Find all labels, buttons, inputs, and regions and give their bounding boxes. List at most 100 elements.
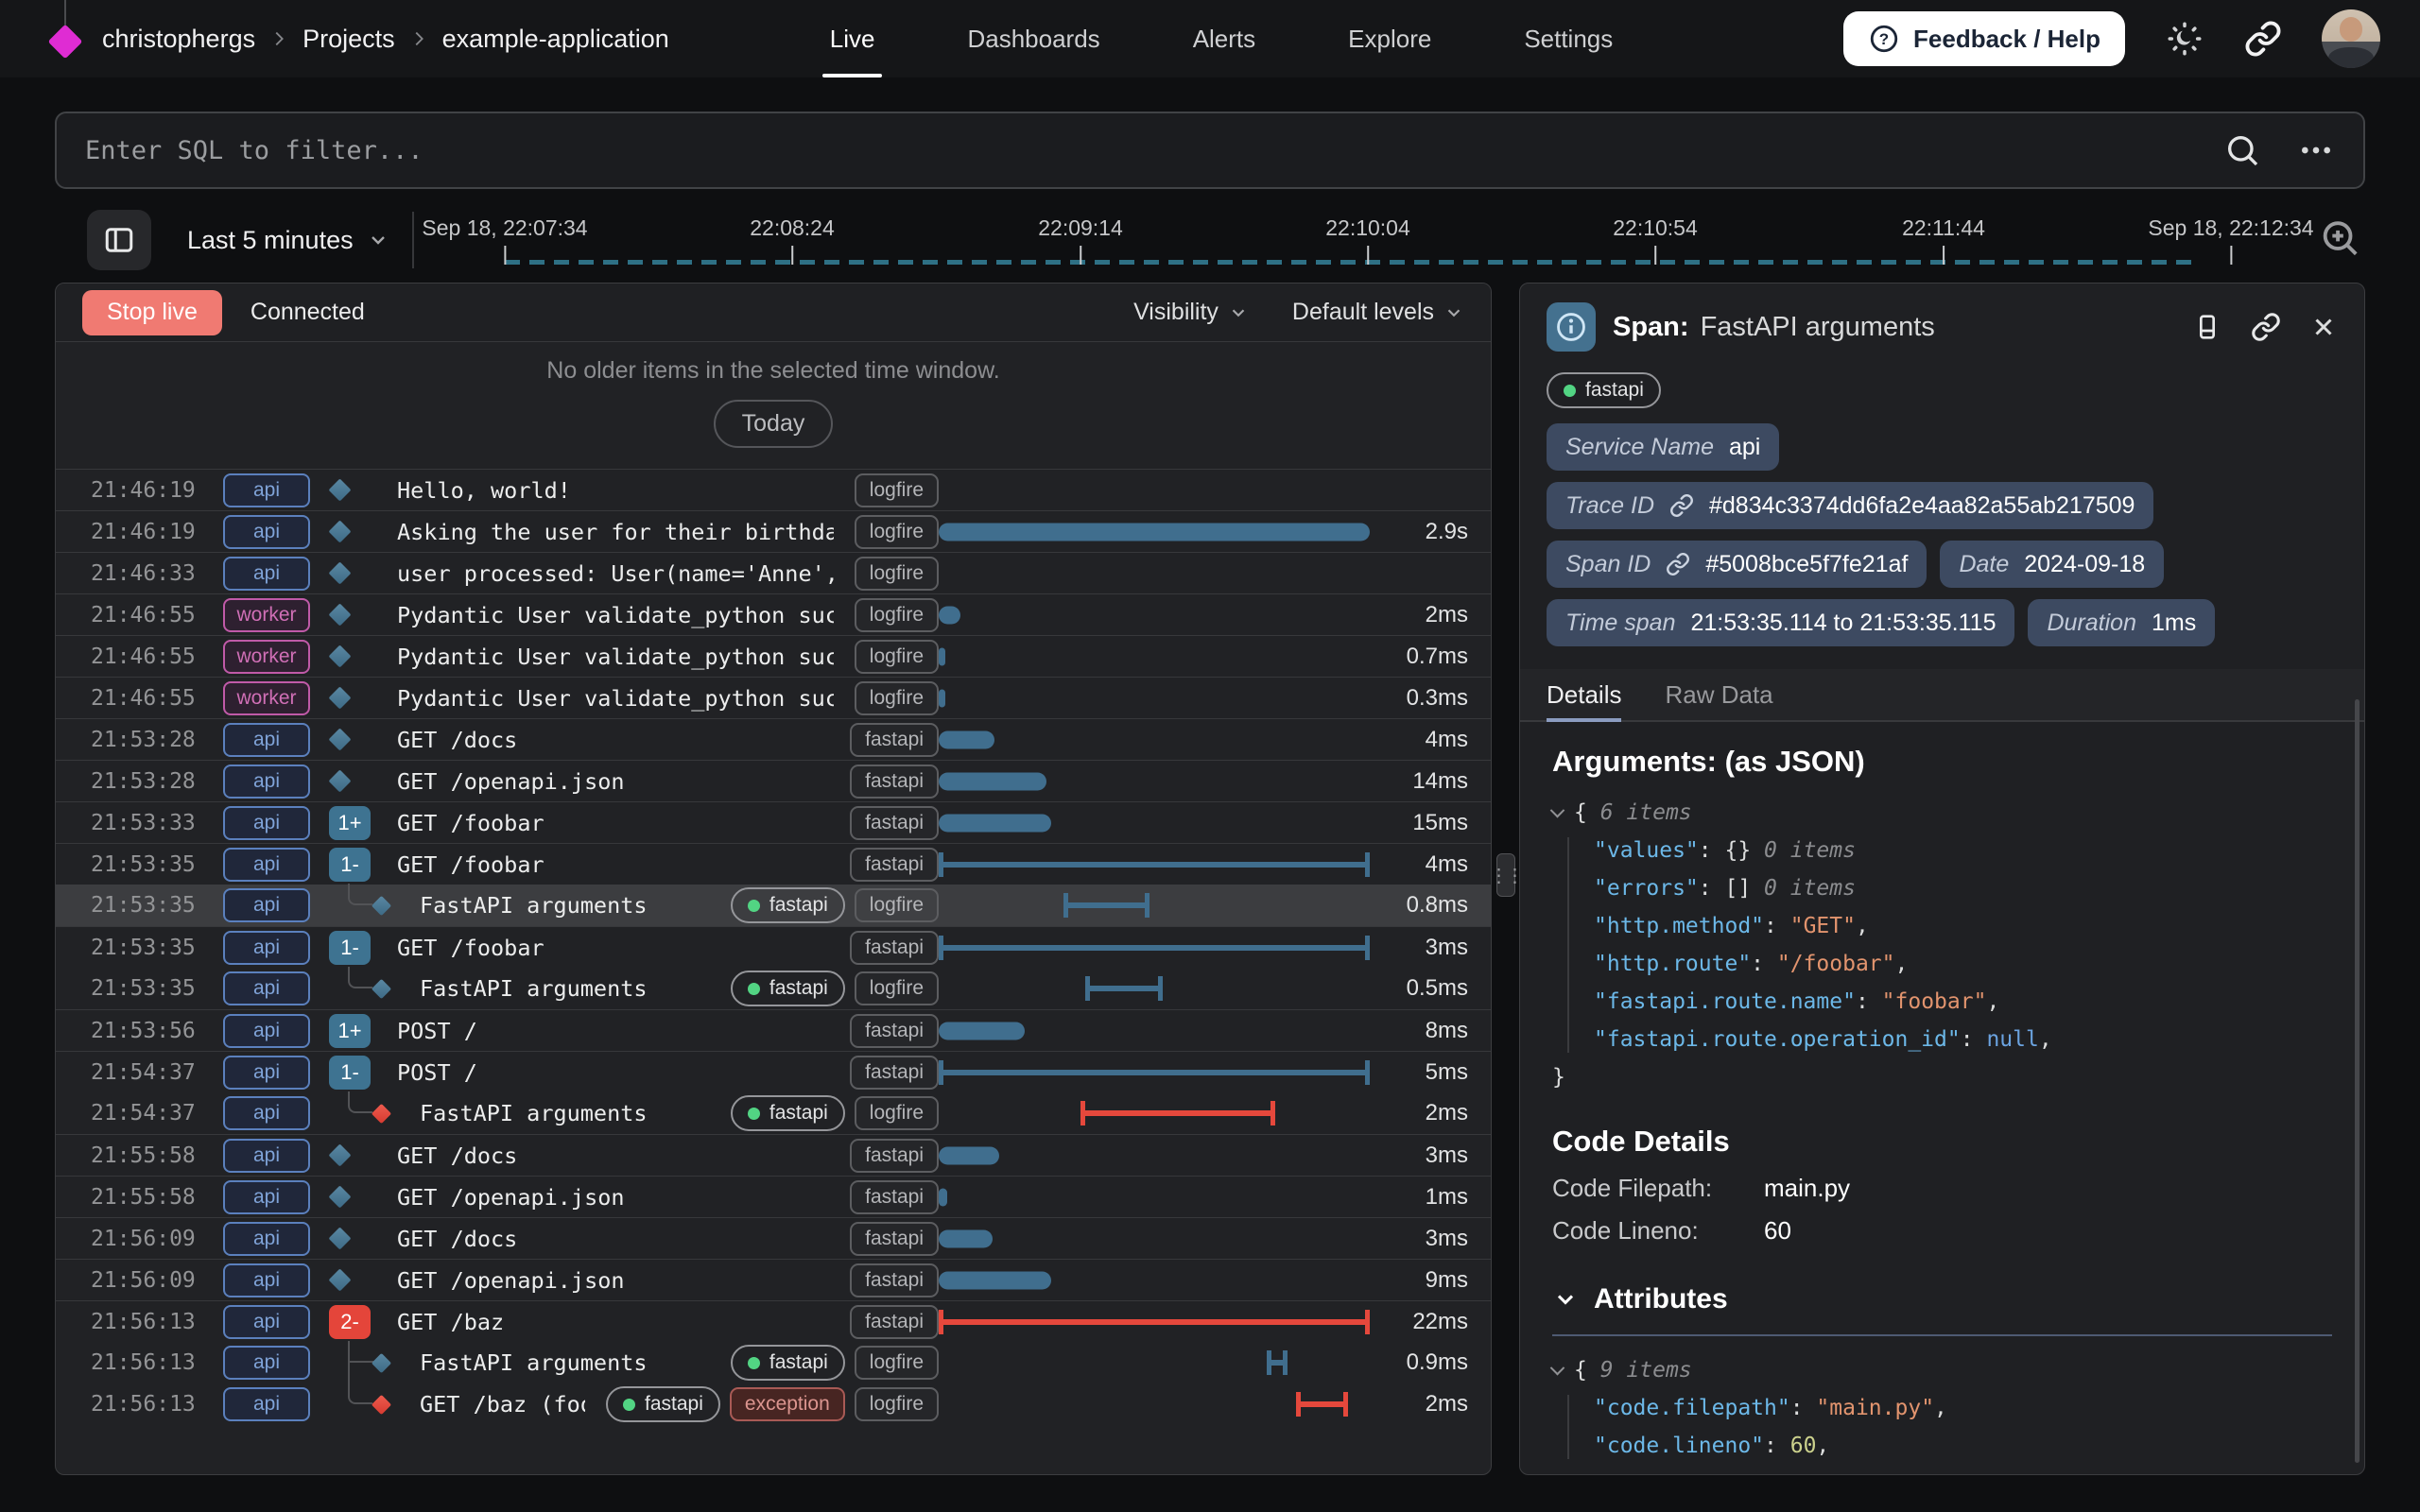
trace-row[interactable]: 21:53:35apiFastAPI argumentsfastapilogfi… xyxy=(56,885,1491,926)
today-button[interactable]: Today xyxy=(714,400,834,448)
panel-resize-handle[interactable]: ⋮⋮ xyxy=(1496,853,1515,897)
breadcrumb-project-name[interactable]: example-application xyxy=(442,25,669,54)
zoom-in-icon[interactable] xyxy=(2318,216,2361,265)
service-badge[interactable]: api xyxy=(223,971,310,1005)
service-badge[interactable]: api xyxy=(223,848,310,882)
time-range-selector[interactable]: Last 5 minutes xyxy=(187,226,389,255)
tag-pill[interactable]: fastapi xyxy=(731,1345,845,1381)
span-id-chip[interactable]: Span ID #5008bce5f7fe21af xyxy=(1547,541,1927,588)
scope-badge[interactable]: fastapi xyxy=(850,1263,939,1297)
service-badge[interactable]: api xyxy=(223,806,310,840)
scope-badge[interactable]: fastapi xyxy=(850,723,939,757)
trace-row[interactable]: 21:46:55workerPydantic User validate_pyt… xyxy=(56,677,1491,718)
trace-row[interactable]: 21:46:55workerPydantic User validate_pyt… xyxy=(56,593,1491,635)
theme-toggle-icon[interactable] xyxy=(2165,19,2204,59)
service-badge[interactable]: worker xyxy=(223,640,310,674)
sql-filter-bar[interactable]: Enter SQL to filter... xyxy=(55,112,2365,189)
nav-link-alerts[interactable]: Alerts xyxy=(1193,0,1255,77)
service-badge[interactable]: api xyxy=(223,1139,310,1173)
scope-badge[interactable]: fastapi xyxy=(850,765,939,799)
trace-row[interactable]: 21:54:37api1-POST /fastapi5ms xyxy=(56,1051,1491,1092)
scope-badge[interactable]: fastapi xyxy=(850,1014,939,1048)
scope-badge[interactable]: logfire xyxy=(855,473,939,507)
child-count-badge[interactable]: 2- xyxy=(329,1305,371,1339)
open-side-panel-icon[interactable] xyxy=(2192,312,2222,342)
scope-badge[interactable]: fastapi xyxy=(850,1222,939,1256)
tag-pill[interactable]: fastapi xyxy=(731,1095,845,1131)
close-icon[interactable] xyxy=(2309,313,2338,341)
trace-row[interactable]: 21:53:35apiFastAPI argumentsfastapilogfi… xyxy=(56,968,1491,1009)
scope-badge[interactable]: logfire xyxy=(855,1346,939,1380)
tag-pill[interactable]: fastapi xyxy=(731,971,845,1006)
service-badge[interactable]: api xyxy=(223,557,310,591)
child-count-badge[interactable]: 1+ xyxy=(329,1014,371,1048)
default-levels-dropdown[interactable]: Default levels xyxy=(1292,299,1464,326)
share-link-icon[interactable] xyxy=(2244,20,2282,58)
trace-row[interactable]: 21:53:28apiGET /openapi.jsonfastapi14ms xyxy=(56,760,1491,801)
scope-badge[interactable]: logfire xyxy=(855,1387,939,1421)
nav-link-dashboards[interactable]: Dashboards xyxy=(967,0,1099,77)
feedback-help-button[interactable]: ? Feedback / Help xyxy=(1843,11,2125,66)
trace-row[interactable]: 21:56:09apiGET /openapi.jsonfastapi9ms xyxy=(56,1259,1491,1300)
service-badge[interactable]: api xyxy=(223,473,310,507)
trace-row[interactable]: 21:55:58apiGET /openapi.jsonfastapi1ms xyxy=(56,1176,1491,1217)
child-count-badge[interactable]: 1- xyxy=(329,848,371,882)
scope-badge[interactable]: logfire xyxy=(855,640,939,674)
scope-badge[interactable]: logfire xyxy=(855,1096,939,1130)
tag-pill[interactable]: fastapi xyxy=(606,1386,720,1422)
trace-row[interactable]: 21:54:37apiFastAPI argumentsfastapilogfi… xyxy=(56,1092,1491,1134)
trace-row[interactable]: 21:46:55workerPydantic User validate_pyt… xyxy=(56,635,1491,677)
service-badge[interactable]: worker xyxy=(223,681,310,715)
tab-raw-data[interactable]: Raw Data xyxy=(1665,669,1772,720)
detail-scrollbar[interactable] xyxy=(2355,699,2360,1463)
nav-link-explore[interactable]: Explore xyxy=(1348,0,1431,77)
scope-badge[interactable]: fastapi xyxy=(850,1139,939,1173)
trace-row[interactable]: 21:46:19apiHello, world!logfire xyxy=(56,469,1491,510)
trace-row[interactable]: 21:53:35api1-GET /foobarfastapi4ms xyxy=(56,843,1491,885)
service-badge[interactable]: api xyxy=(223,931,310,965)
scope-badge[interactable]: logfire xyxy=(855,515,939,549)
scope-badge[interactable]: fastapi xyxy=(850,931,939,965)
trace-row[interactable]: 21:46:33apiuser processed: User(name='An… xyxy=(56,552,1491,593)
child-count-badge[interactable]: 1- xyxy=(329,931,371,965)
trace-row[interactable]: 21:56:13api2-GET /bazfastapi22ms xyxy=(56,1300,1491,1342)
scope-badge[interactable]: logfire xyxy=(855,971,939,1005)
nav-link-live[interactable]: Live xyxy=(830,0,875,77)
nav-link-settings[interactable]: Settings xyxy=(1524,0,1613,77)
service-badge[interactable]: api xyxy=(223,1014,310,1048)
more-options-icon[interactable] xyxy=(2297,131,2335,169)
trace-row[interactable]: 21:56:13apiGET /baz (foobar)fastapiexcep… xyxy=(56,1383,1491,1425)
service-badge[interactable]: api xyxy=(223,765,310,799)
scope-badge[interactable]: logfire xyxy=(855,557,939,591)
child-count-badge[interactable]: 1- xyxy=(329,1056,371,1090)
toggle-sidebar-button[interactable] xyxy=(87,210,151,270)
service-badge[interactable]: api xyxy=(223,723,310,757)
tab-details[interactable]: Details xyxy=(1547,669,1621,720)
scope-badge[interactable]: fastapi xyxy=(850,1056,939,1090)
service-badge[interactable]: api xyxy=(223,888,310,922)
stop-live-button[interactable]: Stop live xyxy=(82,290,222,335)
copy-link-icon[interactable] xyxy=(2251,312,2281,342)
trace-row[interactable]: 21:56:09apiGET /docsfastapi3ms xyxy=(56,1217,1491,1259)
trace-row[interactable]: 21:55:58apiGET /docsfastapi3ms xyxy=(56,1134,1491,1176)
trace-row[interactable]: 21:53:56api1+POST /fastapi8ms xyxy=(56,1009,1491,1051)
service-badge[interactable]: worker xyxy=(223,598,310,632)
trace-row[interactable]: 21:53:28apiGET /docsfastapi4ms xyxy=(56,718,1491,760)
trace-id-chip[interactable]: Trace ID #d834c3374dd6fa2e4aa82a55ab2175… xyxy=(1547,482,2153,529)
trace-row[interactable]: 21:46:19apiAsking the user for their bir… xyxy=(56,510,1491,552)
exception-badge[interactable]: exception xyxy=(730,1387,845,1421)
service-badge[interactable]: api xyxy=(223,1180,310,1214)
logfire-logo-icon[interactable] xyxy=(42,0,89,77)
service-badge[interactable]: api xyxy=(223,1387,310,1421)
service-badge[interactable]: api xyxy=(223,1305,310,1339)
child-count-badge[interactable]: 1+ xyxy=(329,806,371,840)
breadcrumb-org[interactable]: christophergs xyxy=(102,25,255,54)
tag-pill[interactable]: fastapi xyxy=(1547,372,1661,408)
scope-badge[interactable]: logfire xyxy=(855,681,939,715)
scope-badge[interactable]: logfire xyxy=(855,888,939,922)
trace-row[interactable]: 21:56:13apiFastAPI argumentsfastapilogfi… xyxy=(56,1342,1491,1383)
user-avatar[interactable] xyxy=(2322,9,2380,68)
scope-badge[interactable]: fastapi xyxy=(850,1180,939,1214)
attributes-heading[interactable]: Attributes xyxy=(1552,1283,2332,1315)
service-badge[interactable]: api xyxy=(223,1346,310,1380)
